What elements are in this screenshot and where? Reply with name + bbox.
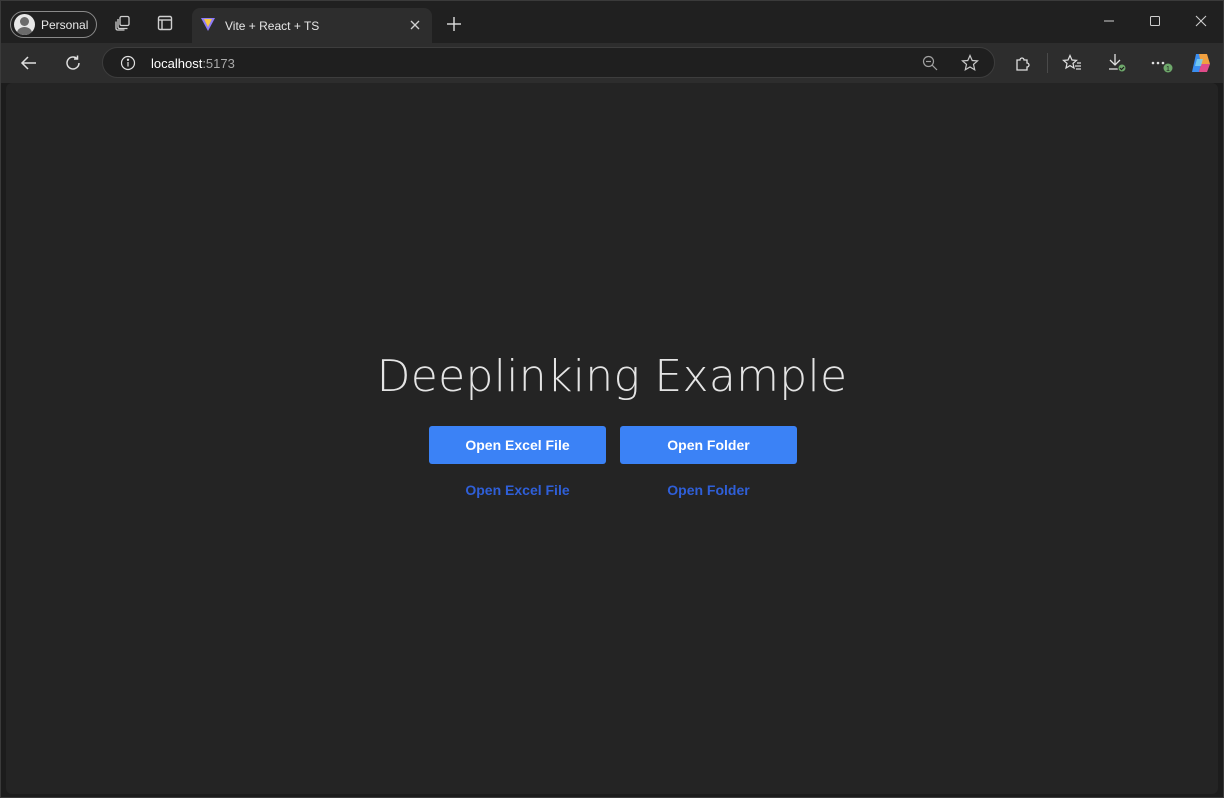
- browser-window: Personal Vite + React + TS localhost:517…: [0, 0, 1224, 798]
- new-tab-icon[interactable]: [444, 14, 464, 34]
- copilot-icon[interactable]: [1189, 51, 1213, 75]
- vite-favicon-icon: [200, 16, 216, 35]
- favorites-icon[interactable]: [1060, 51, 1084, 75]
- page-viewport: Deeplinking Example Open Excel File Open…: [6, 83, 1218, 794]
- tab-title: Vite + React + TS: [225, 18, 320, 33]
- open-excel-file-button[interactable]: Open Excel File: [429, 426, 606, 464]
- more-options-icon[interactable]: 1: [1149, 51, 1173, 75]
- open-folder-link[interactable]: Open Folder: [620, 482, 797, 498]
- open-folder-button[interactable]: Open Folder: [620, 426, 797, 464]
- url-text[interactable]: localhost:5173: [151, 56, 235, 71]
- tab-strip: Personal Vite + React + TS: [1, 1, 1223, 43]
- site-info-icon[interactable]: [119, 54, 137, 72]
- close-window-icon[interactable]: [1193, 13, 1209, 29]
- tab-active[interactable]: Vite + React + TS: [192, 8, 432, 43]
- address-bar[interactable]: localhost:5173: [102, 47, 995, 78]
- profile-label: Personal: [41, 17, 89, 32]
- profile-button[interactable]: Personal: [10, 11, 97, 38]
- favorite-star-icon[interactable]: [961, 54, 979, 72]
- close-tab-icon[interactable]: [407, 17, 423, 33]
- refresh-icon[interactable]: [61, 51, 85, 75]
- avatar-icon: [14, 14, 35, 35]
- url-port: :5173: [202, 56, 235, 71]
- minimize-icon[interactable]: [1101, 13, 1117, 29]
- browser-toolbar: localhost:5173 1: [1, 43, 1223, 83]
- notification-badge: 1: [1166, 66, 1170, 73]
- url-host: localhost: [151, 56, 203, 71]
- back-icon[interactable]: [17, 51, 41, 75]
- extensions-icon[interactable]: [1011, 51, 1035, 75]
- zoom-out-icon[interactable]: [921, 54, 939, 72]
- downloads-icon[interactable]: [1105, 51, 1129, 75]
- open-excel-file-link[interactable]: Open Excel File: [429, 482, 606, 498]
- workspaces-icon[interactable]: [113, 13, 133, 33]
- vertical-tabs-icon[interactable]: [155, 13, 175, 33]
- maximize-icon[interactable]: [1147, 13, 1163, 29]
- page-title: Deeplinking Example: [376, 351, 848, 402]
- toolbar-divider: [1047, 53, 1048, 73]
